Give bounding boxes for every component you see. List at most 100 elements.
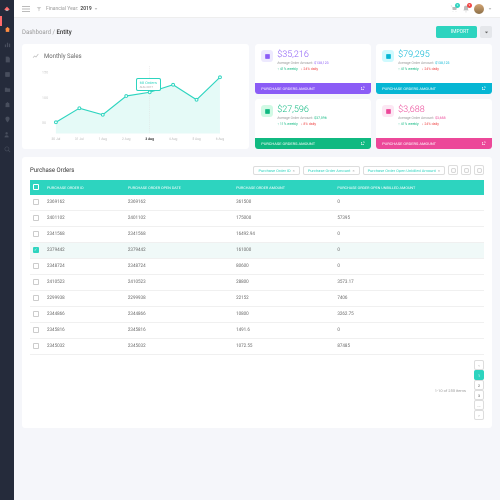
table-row[interactable]: 2341568234156816492.940 — [30, 227, 484, 243]
row-checkbox[interactable] — [33, 263, 39, 269]
stat-footer[interactable]: PURCHASE ORDERS AMOUNT — [255, 138, 371, 149]
page-button[interactable]: ‹ — [474, 360, 484, 370]
breadcrumb-row: Dashboard / Entity IMPORT — [22, 26, 492, 38]
document-icon[interactable] — [4, 56, 11, 63]
stat-footer[interactable]: PURCHASE ORDERS AMOUNT — [376, 138, 492, 149]
column-header[interactable] — [30, 180, 44, 195]
cell-id: 2344866 — [44, 307, 115, 323]
page-button[interactable]: 3 — [474, 390, 484, 400]
bell-button[interactable]: 9 — [462, 5, 470, 13]
cell-amount: 175000 — [233, 211, 324, 227]
cell-id: 2401102 — [44, 211, 115, 227]
column-header[interactable]: PURCHASE ORDER OPEN UNBILLED AMOUNT — [334, 180, 474, 195]
cell-date: 2348724 — [125, 259, 223, 275]
year-selector[interactable]: Financial Year: 2019 — [46, 6, 98, 12]
chevron-down-icon[interactable] — [488, 7, 492, 11]
row-checkbox[interactable] — [33, 199, 39, 205]
filter-chip[interactable]: Purchase Order Amount × — [303, 166, 360, 175]
stat-avg: Average Order Amount: $37,596 — [277, 116, 326, 120]
chart-area[interactable]: 150 100 50 30 Jul31 Jul1 Aug2 Aug3 Aug4 … — [32, 66, 239, 141]
column-header[interactable] — [474, 180, 484, 195]
cell-id: 2348724 — [44, 259, 115, 275]
stat-card: $27,596Average Order Amount: $37,596↑ 11… — [255, 99, 371, 149]
table-row[interactable]: 23448662344866108003262.75 — [30, 307, 484, 323]
hamburger-icon[interactable] — [22, 6, 30, 12]
import-dropdown[interactable] — [480, 26, 492, 38]
row-checkbox[interactable] — [33, 295, 39, 301]
cell-date: 2410523 — [125, 275, 223, 291]
sidebar — [0, 0, 14, 500]
close-icon[interactable]: × — [438, 168, 440, 173]
bag-icon[interactable] — [4, 101, 11, 108]
row-checkbox[interactable] — [33, 311, 39, 317]
avatar[interactable] — [474, 4, 484, 14]
table-row[interactable]: 23487242348724806000 — [30, 259, 484, 275]
import-button[interactable]: IMPORT — [436, 26, 477, 38]
cell-unbilled: 0 — [334, 227, 474, 243]
select-all-checkbox[interactable] — [33, 184, 39, 190]
stat-card: $79,295Average Order Amount: $138,123↑ 4… — [376, 44, 492, 94]
orders-icon[interactable] — [4, 71, 11, 78]
table-row[interactable]: 24105232410523288003573.17 — [30, 275, 484, 291]
svg-text:30 Jul: 30 Jul — [51, 137, 60, 141]
year-value: 2019 — [80, 6, 91, 12]
cell-amount: 22152 — [233, 291, 324, 307]
page-button[interactable]: › — [474, 410, 484, 420]
filter-chip[interactable]: Purchase Order Open Unbilled Amount × — [363, 166, 445, 175]
home-icon[interactable] — [4, 26, 11, 33]
stat-deltas: ↑ 41% weekly↓ 24% daily — [398, 67, 449, 71]
columns-button[interactable] — [474, 165, 484, 175]
table-row[interactable]: 237944223794421610000 — [30, 243, 484, 259]
users-icon[interactable] — [4, 131, 11, 138]
stat-avg: Average Order Amount: $138,123 — [277, 61, 328, 65]
line-chart: 150 100 50 30 Jul31 Jul1 Aug2 Aug3 Aug4 … — [32, 66, 239, 141]
cart-button[interactable]: 2 — [450, 5, 458, 13]
stat-footer[interactable]: PURCHASE ORDERS AMOUNT — [255, 83, 371, 94]
logo-icon[interactable] — [3, 6, 11, 14]
page-button[interactable]: 1 — [474, 370, 484, 380]
column-header[interactable]: PURCHASE ORDER ID — [44, 180, 115, 195]
filter-icon[interactable] — [36, 6, 42, 12]
table-row[interactable]: 22999382299938221527406 — [30, 291, 484, 307]
stat-cards: $35,216Average Order Amount: $138,123 ↑ 4… — [255, 44, 492, 149]
row-checkbox[interactable] — [33, 279, 39, 285]
row-checkbox[interactable] — [33, 343, 39, 349]
stat-amount: $79,295 — [398, 50, 449, 60]
external-icon — [481, 141, 486, 146]
svg-text:31 Jul: 31 Jul — [75, 137, 84, 141]
grid-button[interactable] — [448, 165, 458, 175]
chart-card: Monthly Sales 150 100 50 30 Jul3 — [22, 44, 249, 149]
breadcrumb-root[interactable]: Dashboard — [22, 29, 51, 36]
cell-unbilled: 57395 — [334, 211, 474, 227]
row-checkbox[interactable] — [33, 327, 39, 333]
table-row[interactable]: 2401102240110217500057395 — [30, 211, 484, 227]
page-button[interactable]: 2 — [474, 380, 484, 390]
column-header[interactable]: PURCHASE ORDER AMOUNT — [233, 180, 324, 195]
stat-footer[interactable]: PURCHASE ORDERS AMOUNT — [376, 83, 492, 94]
column-header[interactable] — [115, 180, 125, 195]
column-header[interactable] — [223, 180, 233, 195]
table-row[interactable]: 236916223691623615000 — [30, 195, 484, 211]
filter-chip[interactable]: Purchase Order ID × — [253, 166, 299, 175]
table-row[interactable]: 234581623458161491.60 — [30, 323, 484, 339]
svg-text:4 Aug: 4 Aug — [169, 137, 178, 141]
column-header[interactable]: PURCHASE ORDER OPEN DATE — [125, 180, 223, 195]
close-icon[interactable]: × — [352, 168, 354, 173]
bell-badge: 9 — [467, 3, 472, 8]
row-checkbox[interactable] — [33, 231, 39, 237]
table-row[interactable]: 234503223450321072.5587485 — [30, 339, 484, 355]
chart-icon[interactable] — [4, 41, 11, 48]
page-button[interactable]: ... — [474, 400, 484, 410]
stat-amount: $35,216 — [277, 50, 328, 60]
pin-icon[interactable] — [4, 116, 11, 123]
column-header[interactable] — [324, 180, 334, 195]
close-icon[interactable]: × — [293, 168, 295, 173]
folder-icon[interactable] — [4, 86, 11, 93]
list-button[interactable] — [461, 165, 471, 175]
cell-date: 2299938 — [125, 291, 223, 307]
row-checkbox[interactable] — [33, 215, 39, 221]
content: Dashboard / Entity IMPORT Month — [14, 18, 500, 500]
search-icon[interactable] — [4, 146, 11, 153]
row-checkbox[interactable] — [33, 247, 39, 253]
cell-date: 2345032 — [125, 339, 223, 355]
